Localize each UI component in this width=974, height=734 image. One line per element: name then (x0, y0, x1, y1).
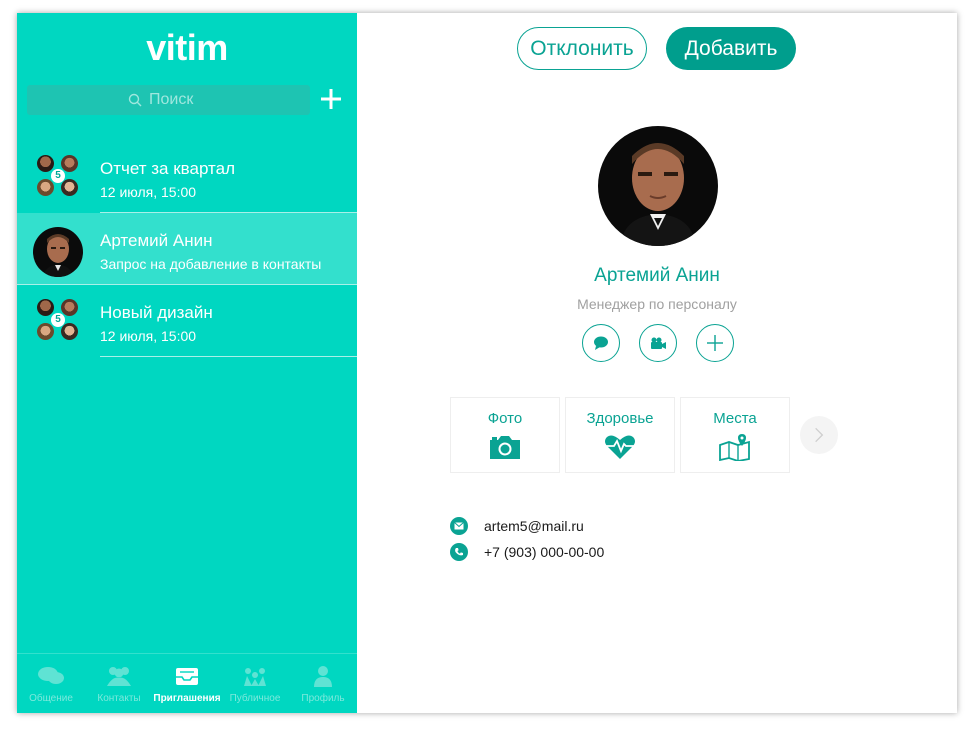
avatar (33, 227, 83, 277)
chat-subtitle: 12 июля, 15:00 (100, 184, 197, 200)
tile-places[interactable]: Места (680, 397, 790, 473)
group-avatar: 5 (37, 155, 79, 197)
profile-tiles: Фото Здоровье Места (450, 397, 795, 473)
add-chat-icon[interactable] (319, 87, 343, 111)
profile-name: Артемий Анин (594, 265, 720, 286)
tab-chats[interactable]: Общение (17, 654, 85, 713)
message-button[interactable] (582, 324, 620, 362)
chat-subtitle: 12 июля, 15:00 (100, 328, 197, 344)
tab-label: Публичное (229, 693, 281, 704)
decline-button[interactable]: Отклонить (517, 27, 647, 70)
phone-value: +7 (903) 000-00-00 (484, 544, 605, 560)
chat-bubbles-icon (38, 667, 64, 684)
search-input[interactable] (149, 91, 209, 109)
people-icon (107, 667, 131, 686)
contact-request-panel: Отклонить Добавить Артемий Анин Менеджер… (357, 13, 957, 713)
app-window: vitim 5 Отчет за квартал (17, 13, 957, 713)
chat-list: 5 Отчет за квартал 12 июля, 15:00 Артеми… (17, 141, 357, 357)
mail-icon (450, 517, 468, 535)
profile-avatar (598, 126, 718, 246)
phone-row[interactable]: +7 (903) 000-00-00 (450, 543, 604, 561)
member-count-badge: 5 (51, 169, 65, 183)
email-value: artem5@mail.ru (484, 518, 584, 534)
tab-invitations[interactable]: Приглашения (153, 654, 221, 713)
divider (100, 356, 357, 357)
chat-item[interactable]: 5 Новый дизайн 12 июля, 15:00 (17, 285, 357, 357)
member-count-badge: 5 (51, 313, 65, 327)
tile-label: Фото (487, 410, 523, 427)
tile-photos[interactable]: Фото (450, 397, 560, 473)
bottom-tab-bar: Общение Контакты Приглашения Публичное П… (17, 653, 357, 713)
tile-label: Места (713, 410, 757, 427)
heart-pulse-icon (605, 435, 635, 459)
chat-title: Новый дизайн (100, 303, 213, 322)
public-icon (244, 668, 266, 686)
accept-button[interactable]: Добавить (666, 27, 796, 70)
email-row[interactable]: artem5@mail.ru (450, 517, 584, 535)
add-button[interactable] (696, 324, 734, 362)
chat-title: Артемий Анин (100, 231, 213, 250)
video-camera-icon (651, 337, 666, 349)
chevron-right-icon (815, 427, 824, 443)
chat-subtitle: Запрос на добавление в контакты (100, 256, 322, 272)
tab-public[interactable]: Публичное (221, 654, 289, 713)
tab-label: Профиль (301, 693, 345, 704)
plus-icon (707, 335, 723, 351)
tiles-next-button[interactable] (800, 416, 838, 454)
chat-item[interactable]: 5 Отчет за квартал 12 июля, 15:00 (17, 141, 357, 213)
tab-contacts[interactable]: Контакты (85, 654, 153, 713)
sidebar: vitim 5 Отчет за квартал (17, 13, 357, 713)
search-bar[interactable] (27, 85, 310, 115)
tab-label: Общение (29, 693, 73, 704)
tile-label: Здоровье (586, 410, 654, 427)
person-icon (314, 666, 332, 687)
inbox-icon (176, 668, 198, 685)
chat-title: Отчет за квартал (100, 159, 236, 178)
tab-label: Приглашения (153, 693, 221, 704)
video-call-button[interactable] (639, 324, 677, 362)
phone-icon (450, 543, 468, 561)
tab-label: Контакты (97, 693, 141, 704)
tile-health[interactable]: Здоровье (565, 397, 675, 473)
tab-profile[interactable]: Профиль (289, 654, 357, 713)
camera-icon (490, 436, 520, 459)
profile-role: Менеджер по персоналу (577, 296, 737, 312)
app-logo: vitim (146, 27, 228, 68)
chat-bubble-icon (594, 336, 608, 350)
map-pin-icon (719, 434, 750, 461)
chat-item-active[interactable]: Артемий Анин Запрос на добавление в конт… (17, 213, 357, 285)
search-icon (128, 93, 142, 107)
group-avatar: 5 (37, 299, 79, 341)
